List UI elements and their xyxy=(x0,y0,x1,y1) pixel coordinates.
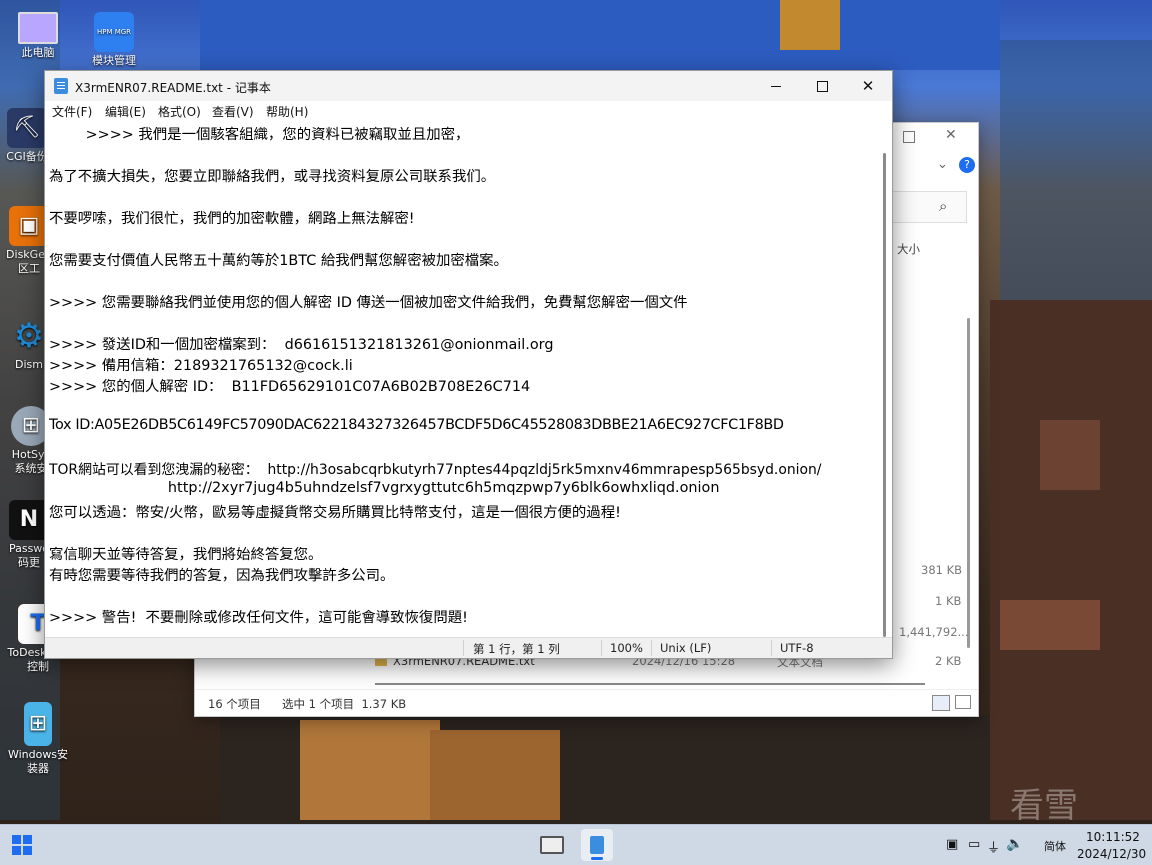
zoom-level: 100% xyxy=(610,641,643,655)
explorer-status-bar: 16 个项目 选中 1 个项目 1.37 KB xyxy=(195,689,978,716)
file-size: 2 KB xyxy=(935,654,962,668)
search-icon: ⌕ xyxy=(939,197,948,215)
close-icon[interactable]: ✕ xyxy=(945,127,957,143)
display-icon[interactable]: ▭ xyxy=(968,837,980,852)
text-line: >>>> 警告! 不要刪除或修改任何文件，這可能會導致恢復問題! xyxy=(49,610,468,626)
notepad-window[interactable]: X3rmENR07.README.txt - 记事本 ✕ 文件(F) 编辑(E)… xyxy=(44,70,893,659)
text-line: http://2xyr7jug4b5uhndzelsf7vgrxygttutc6… xyxy=(49,480,720,496)
maximize-icon[interactable] xyxy=(903,131,915,143)
vertical-scrollbar[interactable] xyxy=(883,153,886,637)
taskbar-notepad[interactable] xyxy=(581,829,613,861)
clock-date[interactable]: 2024/12/30 xyxy=(1077,847,1146,861)
scrollbar-thumb[interactable] xyxy=(967,318,970,648)
gear-icon: ⚙ xyxy=(13,316,45,356)
encoding: UTF-8 xyxy=(780,641,814,655)
line-ending: Unix (LF) xyxy=(660,641,712,655)
notepad-icon xyxy=(590,836,604,854)
minimize-button[interactable] xyxy=(753,71,799,101)
file-size: 1 KB xyxy=(935,594,962,608)
file-size: 1,441,792... xyxy=(899,625,969,639)
desktop-icon-this-pc[interactable]: 此电脑 xyxy=(3,12,73,60)
password-tool-icon: N xyxy=(9,500,49,540)
watermark-text: 看雪 xyxy=(1010,786,1078,826)
desktop-icon-module-manager[interactable]: HPM MGR 模块管理 xyxy=(79,12,149,68)
text-line: >>>> 備用信箱：2189321765132@cock.li xyxy=(49,358,353,374)
text-line: >>>> 您需要聯絡我們並使用您的個人解密 ID 傳送一個被加密文件給我們，免費… xyxy=(49,295,688,311)
grid-app-icon: HPM MGR xyxy=(94,12,134,52)
drive-icon xyxy=(540,836,564,854)
text-line: 不要啰嗦，我们很忙，我們的加密軟體，網路上無法解密! xyxy=(49,211,415,227)
desktop-icon-windows-installer[interactable]: ⊞ Windows安 装器 xyxy=(3,702,73,776)
computer-icon xyxy=(18,12,58,44)
notepad-icon xyxy=(54,78,68,94)
details-view-icon[interactable] xyxy=(932,695,950,711)
cgi-backup-icon: ⛏ xyxy=(7,108,47,148)
chevron-down-icon[interactable]: ⌄ xyxy=(937,157,948,172)
selection-info: 选中 1 个项目 1.37 KB xyxy=(282,697,407,711)
start-button[interactable] xyxy=(6,829,38,861)
text-line: >>>> 您的個人解密 ID： B11FD65629101C07A6B02B70… xyxy=(49,379,531,395)
text-line: >>>> 我們是一個駭客組織，您的資料已被竊取並且加密， xyxy=(49,127,470,143)
text-editor-area[interactable]: >>>> 我們是一個駭客組織，您的資料已被竊取並且加密， 為了不擴大損失，您要立… xyxy=(49,121,875,637)
usb-icon[interactable]: ⏚ xyxy=(987,837,1000,856)
text-line: 您可以透過：幣安/火幣，歐易等虛擬貨幣交易所購買比特幣支付，這是一個很方便的過程… xyxy=(49,505,621,521)
help-icon[interactable]: ? xyxy=(959,157,975,173)
menu-help[interactable]: 帮助(H) xyxy=(266,103,308,120)
text-line: 有時您需要等待我們的答复，因為我們攻擊許多公司。 xyxy=(49,568,395,584)
minimize-icon xyxy=(771,85,781,87)
diskgenius-icon: ▣ xyxy=(9,206,49,246)
text-line: >>>> 發送ID和一個加密檔案到： d6616151321813261@oni… xyxy=(49,337,554,353)
item-count: 16 个项目 xyxy=(208,697,261,711)
network-icon[interactable]: ▣ xyxy=(946,837,958,852)
menu-file[interactable]: 文件(F) xyxy=(52,103,92,120)
menu-bar: 文件(F) 编辑(E) 格式(O) 查看(V) 帮助(H) xyxy=(45,101,892,121)
windows-logo-icon xyxy=(12,835,32,855)
menu-format[interactable]: 格式(O) xyxy=(158,103,201,120)
text-line: 寫信聊天並等待答复，我們將始終答复您。 xyxy=(49,547,323,563)
column-header-size[interactable]: 大小 xyxy=(897,241,920,257)
volume-icon[interactable]: 🔈 xyxy=(1006,836,1023,852)
windows-installer-icon: ⊞ xyxy=(24,702,52,746)
text-line: 為了不擴大損失，您要立即聯絡我們，或寻找资料复原公司联系我们。 xyxy=(49,169,496,185)
text-line: Tox ID:A05E26DB5C6149FC57090DAC622184327… xyxy=(49,417,784,433)
search-input[interactable] xyxy=(885,191,967,223)
horizontal-scrollbar[interactable] xyxy=(375,683,925,685)
maximize-icon xyxy=(816,80,828,92)
notepad-status-bar: 第 1 行，第 1 列 100% Unix (LF) UTF-8 xyxy=(45,637,892,658)
window-title: X3rmENR07.README.txt - 记事本 xyxy=(75,81,271,95)
title-bar[interactable]: X3rmENR07.README.txt - 记事本 ✕ xyxy=(45,71,892,101)
menu-view[interactable]: 查看(V) xyxy=(212,103,254,120)
tiles-view-icon[interactable] xyxy=(955,695,971,709)
maximize-button[interactable] xyxy=(799,71,845,101)
menu-edit[interactable]: 编辑(E) xyxy=(105,103,146,120)
taskbar: ▣ ▭ ⏚ 🔈 简体 10:11:52 2024/12/30 xyxy=(0,824,1152,865)
text-line: 您需要支付價值人民幣五十萬約等於1BTC 給我們幫您解密被加密檔案。 xyxy=(49,253,508,269)
taskbar-file-explorer[interactable] xyxy=(536,829,568,861)
file-size: 381 KB xyxy=(921,563,963,577)
text-line: TOR網站可以看到您洩漏的秘密： http://h3osabcqrbkutyrh… xyxy=(49,462,822,478)
close-icon: ✕ xyxy=(861,77,875,95)
ime-indicator[interactable]: 简体 xyxy=(1044,838,1066,854)
close-button[interactable]: ✕ xyxy=(845,71,891,101)
clock-time[interactable]: 10:11:52 xyxy=(1086,830,1140,844)
cursor-position: 第 1 行，第 1 列 xyxy=(473,642,560,656)
